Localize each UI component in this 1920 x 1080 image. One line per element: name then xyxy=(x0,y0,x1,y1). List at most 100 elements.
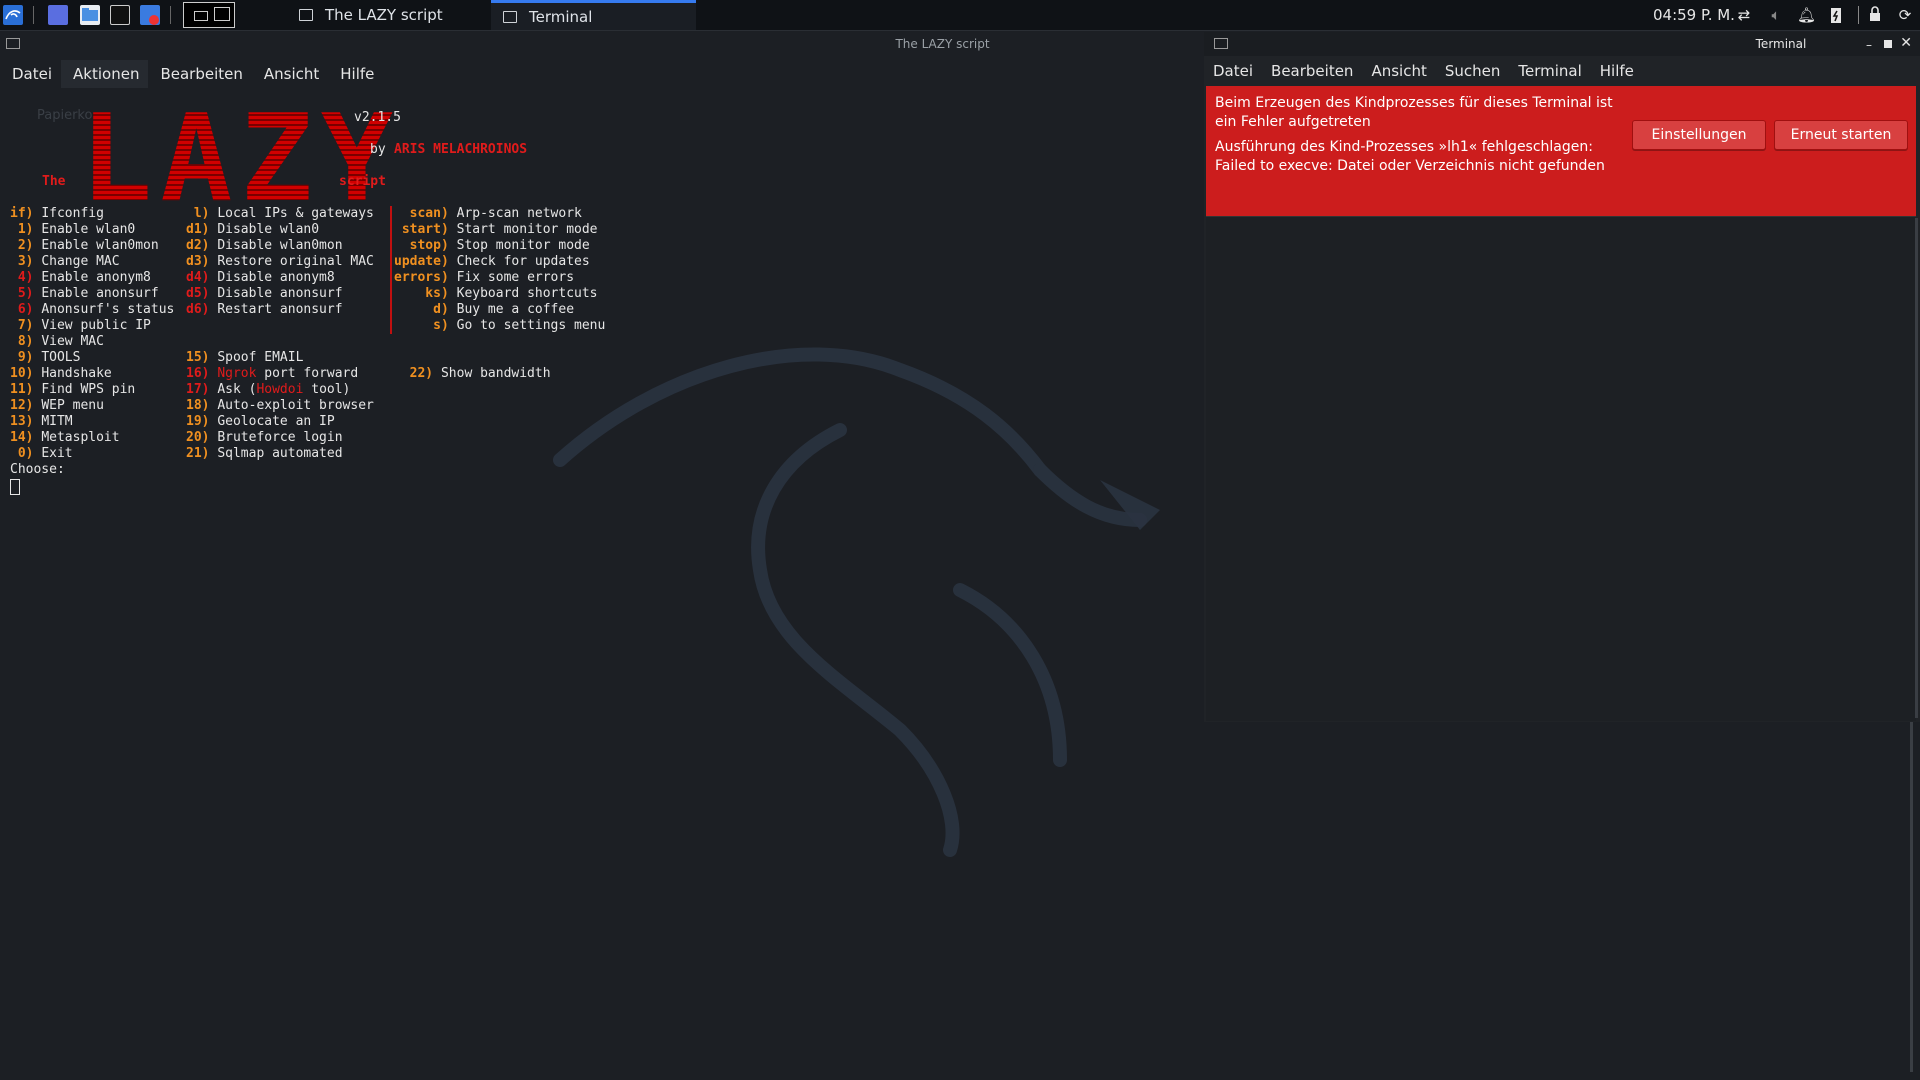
menu-option-label: Spoof EMAIL xyxy=(217,350,304,365)
menu-option-label: Enable wlan0mon xyxy=(41,238,159,253)
menu-option-key: scan) xyxy=(394,206,449,221)
desktop-scrollbar[interactable] xyxy=(1910,722,1913,1072)
menu-option-label: Keyboard shortcuts xyxy=(456,286,598,301)
menu-option-label: Bruteforce login xyxy=(217,430,343,445)
menu-option: d5) Disable anonsurf xyxy=(186,286,343,302)
menu-option-label: Check for updates xyxy=(456,254,590,269)
menu-option: stop) Stop monitor mode xyxy=(394,238,590,254)
menu-option-key: 18) xyxy=(186,398,210,413)
menu-option-key: 16) xyxy=(186,366,210,381)
notification-bell-icon[interactable]: 🔔︎ xyxy=(1797,6,1816,24)
workspace-switcher[interactable] xyxy=(183,2,235,28)
column-divider xyxy=(390,206,392,334)
menu-option: 11) Find WPS pin xyxy=(10,382,135,398)
menu-option: 0) Exit xyxy=(10,446,73,462)
menu-option-label-suffix: tool) xyxy=(303,382,351,397)
menu-option-key: 19) xyxy=(186,414,210,429)
menu-option-key: 8) xyxy=(10,334,34,349)
taskbar-task-terminal[interactable]: Terminal xyxy=(491,0,696,30)
menu-option-label: Change MAC xyxy=(41,254,120,269)
menu-option-key: 21) xyxy=(186,446,210,461)
battery-icon[interactable] xyxy=(1827,6,1845,24)
menu-option-key: 6) xyxy=(10,302,34,317)
menu-option: 17) Ask (Howdoi tool) xyxy=(186,382,350,398)
browser-icon[interactable] xyxy=(140,5,160,25)
menu-option: 10) Handshake xyxy=(10,366,112,382)
terminal-launcher-icon[interactable] xyxy=(110,5,130,25)
bandwidth-label: Show bandwidth xyxy=(440,366,551,381)
menu-option-key: 7) xyxy=(10,318,34,333)
menu-option: 20) Bruteforce login xyxy=(186,430,343,446)
menu-terminal[interactable]: Terminal xyxy=(1509,56,1590,86)
menu-option-key: stop) xyxy=(394,238,449,253)
terminal-output-area[interactable] xyxy=(1206,216,1916,721)
menu-option-key: 12) xyxy=(10,398,34,413)
menu-bearbeiten[interactable]: Bearbeiten xyxy=(1262,56,1362,86)
lazy-script-label: script xyxy=(339,174,386,189)
menu-ansicht[interactable]: Ansicht xyxy=(252,60,328,88)
menu-aktionen[interactable]: Aktionen xyxy=(61,60,149,88)
menu-option: 21) Sqlmap automated xyxy=(186,446,343,462)
settings-button[interactable]: Einstellungen xyxy=(1632,120,1766,150)
menu-option-key: 20) xyxy=(186,430,210,445)
menu-option: 15) Spoof EMAIL xyxy=(186,350,303,366)
menu-option-key: update) xyxy=(394,254,449,269)
lock-icon[interactable] xyxy=(1866,6,1884,24)
taskbar-task-lazy[interactable]: The LAZY script xyxy=(287,0,492,30)
menu-option-label: Disable anonym8 xyxy=(217,270,335,285)
menu-option-label: Fix some errors xyxy=(456,270,575,285)
bandwidth-key: 22) xyxy=(409,366,434,381)
menu-hilfe[interactable]: Hilfe xyxy=(1591,56,1643,86)
show-desktop-icon[interactable] xyxy=(48,5,68,25)
menu-option-key: 11) xyxy=(10,382,34,397)
kali-menu-icon[interactable] xyxy=(3,5,23,25)
menu-ansicht[interactable]: Ansicht xyxy=(1362,56,1435,86)
menu-option: 18) Auto-exploit browser xyxy=(186,398,374,414)
menu-datei[interactable]: Datei xyxy=(0,60,61,88)
menu-option-label: Go to settings menu xyxy=(456,318,606,333)
menu-option-key: 2) xyxy=(10,238,34,253)
file-manager-icon[interactable] xyxy=(80,5,100,25)
minimize-icon[interactable]: – xyxy=(1866,38,1872,52)
menu-option-key: d5) xyxy=(186,286,210,301)
terminal-scrollbar[interactable] xyxy=(1915,218,1918,718)
menu-option-label: Stop monitor mode xyxy=(456,238,590,253)
menu-bearbeiten[interactable]: Bearbeiten xyxy=(148,60,251,88)
menu-option-label: Sqlmap automated xyxy=(217,446,343,461)
volume-icon[interactable]: 🔈︎ xyxy=(1767,6,1785,24)
restart-button[interactable]: Erneut starten xyxy=(1774,120,1908,150)
menu-option: errors) Fix some errors xyxy=(394,270,574,286)
terminal-cursor[interactable] xyxy=(10,479,20,495)
menu-option-key: d3) xyxy=(186,254,210,269)
close-icon[interactable]: ✕ xyxy=(1900,35,1912,51)
menu-option-label: Disable anonsurf xyxy=(217,286,343,301)
network-icon[interactable]: ⇄ xyxy=(1735,6,1753,24)
menu-option: 4) Enable anonym8 xyxy=(10,270,151,286)
menu-option: d4) Disable anonym8 xyxy=(186,270,335,286)
menu-option-label-highlight: Howdoi xyxy=(256,382,304,397)
menu-datei[interactable]: Datei xyxy=(1204,56,1262,86)
bandwidth-item: 22) Show bandwidth xyxy=(394,350,551,382)
menu-option-key: 10) xyxy=(10,366,34,381)
menu-suchen[interactable]: Suchen xyxy=(1436,56,1510,86)
menu-option: update) Check for updates xyxy=(394,254,590,270)
maximize-icon[interactable] xyxy=(1884,40,1892,48)
power-icon[interactable]: ⟳ xyxy=(1896,6,1914,24)
menu-option-label: Anonsurf's status xyxy=(41,302,175,317)
menu-option: s) Go to settings menu xyxy=(394,318,605,334)
menu-option-key: 14) xyxy=(10,430,34,445)
menu-hilfe[interactable]: Hilfe xyxy=(328,60,383,88)
menu-option-label: Restart anonsurf xyxy=(217,302,343,317)
clock[interactable]: 04:59 P. M. xyxy=(1653,0,1735,30)
menu-option-key: 1) xyxy=(10,222,34,237)
menu-option-label: Geolocate an IP xyxy=(217,414,335,429)
menu-option: 3) Change MAC xyxy=(10,254,120,270)
menu-option: d2) Disable wlan0mon xyxy=(186,238,343,254)
menu-option: d1) Disable wlan0 xyxy=(186,222,319,238)
window-icon xyxy=(299,9,313,21)
menu-option-key: s) xyxy=(394,318,449,333)
taskbar-task-label: The LAZY script xyxy=(325,6,443,24)
menu-option: 8) View MAC xyxy=(10,334,104,350)
menu-option: d3) Restore original MAC xyxy=(186,254,374,270)
menu-option: if) Ifconfig xyxy=(10,206,104,222)
